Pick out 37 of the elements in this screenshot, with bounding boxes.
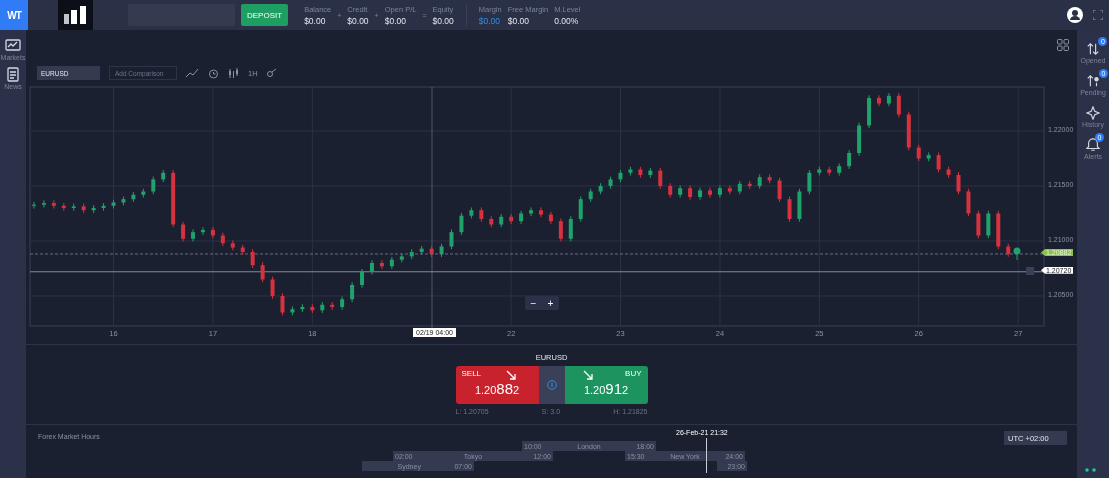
alarm-icon[interactable] bbox=[208, 67, 219, 79]
user-icon[interactable] bbox=[1067, 7, 1083, 23]
stat-value: $0.00 bbox=[478, 16, 502, 26]
zoom-in-button[interactable]: + bbox=[542, 296, 559, 310]
arrow-icon bbox=[582, 370, 593, 380]
logo-icon bbox=[58, 0, 93, 30]
candles-icon[interactable] bbox=[228, 67, 239, 79]
zoom-out-button[interactable]: − bbox=[525, 296, 542, 310]
line-chart-icon[interactable] bbox=[186, 68, 199, 78]
pending-order-icon bbox=[1086, 74, 1100, 88]
up-down-arrows-icon bbox=[1086, 42, 1100, 56]
stat-value: $0.00 bbox=[304, 16, 327, 26]
chart-icon bbox=[5, 38, 21, 53]
drawing-tool-icon[interactable] bbox=[266, 68, 277, 78]
price-marker-icon bbox=[1013, 247, 1021, 261]
stat-value: 0.00% bbox=[554, 16, 580, 26]
buy-button[interactable]: BUY 1.20912 bbox=[564, 366, 648, 404]
stat-value: $0.00 bbox=[347, 16, 369, 26]
star-icon bbox=[1086, 106, 1100, 120]
stat-value: $0.00 bbox=[384, 16, 407, 26]
news-icon bbox=[5, 67, 21, 82]
candlestick bbox=[141, 188, 146, 199]
candlestick bbox=[111, 199, 116, 210]
candlestick bbox=[827, 166, 832, 177]
stat-value: $0.00 bbox=[507, 16, 530, 26]
stat-value: $0.00 bbox=[432, 16, 454, 26]
brand-logo: WT bbox=[0, 0, 28, 30]
bell-icon bbox=[1086, 138, 1100, 152]
candlestick bbox=[628, 166, 633, 177]
status-icon bbox=[1085, 468, 1097, 472]
sell-button[interactable]: SELL 1.20882 bbox=[455, 366, 539, 404]
deposit-button[interactable]: DEPOSIT bbox=[241, 4, 289, 26]
layout-icon[interactable] bbox=[1057, 39, 1069, 51]
fullscreen-icon[interactable] bbox=[1093, 10, 1103, 20]
arrow-icon bbox=[505, 370, 516, 380]
order-marker-icon[interactable] bbox=[1026, 267, 1034, 275]
candlestick bbox=[817, 166, 822, 177]
